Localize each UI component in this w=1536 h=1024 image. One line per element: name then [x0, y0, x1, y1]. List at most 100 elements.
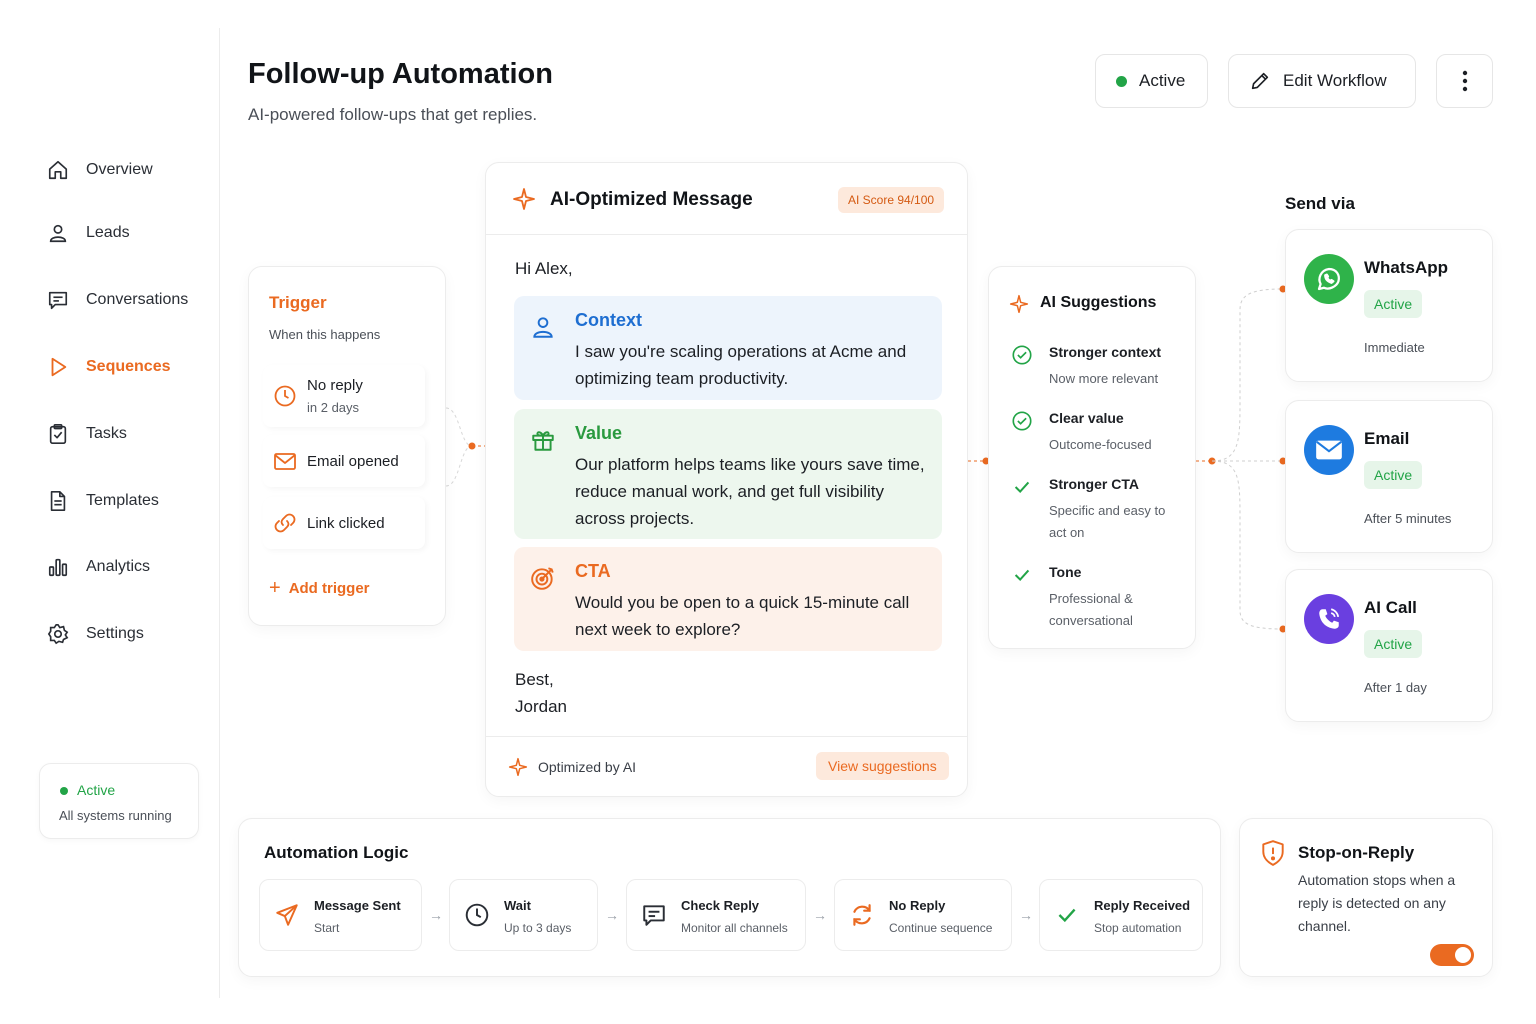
ai-score-badge: AI Score 94/100 — [838, 187, 945, 213]
channel-name: WhatsApp — [1364, 258, 1449, 277]
sidebar-item-overview[interactable]: Overview — [44, 150, 214, 190]
suggestion-heading: Clear value — [1049, 410, 1124, 426]
block-heading: CTA — [575, 561, 611, 581]
arrow-right-icon: → — [1019, 907, 1033, 923]
channel-status-badge: Active — [1364, 461, 1423, 489]
stop-on-reply-card: Stop-on-Reply Automation stops when a re… — [1239, 818, 1493, 977]
add-trigger-label: Add trigger — [288, 580, 370, 597]
channel-name: AI Call — [1364, 598, 1417, 617]
edit-workflow-label: Edit Workflow — [1283, 71, 1387, 90]
stop-on-reply-toggle[interactable] — [1430, 944, 1474, 966]
clock-icon — [263, 384, 307, 408]
channel-name: Email — [1364, 429, 1410, 448]
user-icon — [530, 314, 556, 345]
message-block-value[interactable]: Value Our platform helps teams like your… — [514, 409, 942, 539]
channel-card-email[interactable]: Email Active After 5 minutes — [1285, 400, 1493, 553]
add-trigger-button[interactable]: + Add trigger — [269, 577, 370, 600]
arrow-right-icon: → — [605, 907, 619, 923]
workflow-status-label: Active — [1139, 71, 1186, 90]
block-body: I saw you're scaling operations at Acme … — [575, 342, 907, 388]
system-status-detail: All systems running — [59, 808, 172, 823]
trigger-option-no-reply[interactable]: No reply in 2 days — [263, 365, 425, 427]
logic-step-no-reply[interactable]: No Reply Continue sequence — [834, 879, 1012, 951]
logic-step-reply-received[interactable]: Reply Received Stop automation — [1039, 879, 1203, 951]
gear-icon — [44, 620, 72, 648]
workflow-status-button[interactable]: Active — [1095, 54, 1208, 108]
signoff-name: Jordan — [515, 697, 567, 716]
block-body: Our platform helps teams like yours save… — [575, 455, 925, 528]
channel-timing: Immediate — [1364, 340, 1425, 355]
sidebar-item-label: Templates — [86, 492, 159, 509]
automation-logic-card: Automation Logic Message Sent Start → Wa… — [238, 818, 1221, 977]
message-block-cta[interactable]: CTA Would you be open to a quick 15-minu… — [514, 547, 942, 651]
logic-step-wait[interactable]: Wait Up to 3 days — [449, 879, 598, 951]
clipboard-check-icon — [44, 420, 72, 448]
suggestion-heading: Stronger context — [1049, 344, 1162, 360]
suggestion-detail: Professional & conversational — [1049, 591, 1133, 628]
more-options-button[interactable] — [1436, 54, 1493, 108]
check-circle-icon — [1011, 344, 1033, 371]
page-subtitle: AI-powered follow-ups that get replies. — [248, 105, 538, 124]
sidebar-item-templates[interactable]: Templates — [44, 481, 214, 521]
user-icon — [44, 219, 72, 247]
step-detail: Monitor all channels — [681, 921, 788, 935]
sidebar-item-label: Sequences — [86, 358, 171, 375]
sidebar-item-label: Overview — [86, 161, 153, 178]
trigger-option-label: Email opened — [307, 452, 399, 470]
suggestion-detail: Specific and easy to act on — [1049, 503, 1166, 540]
channel-status-badge: Active — [1364, 290, 1423, 318]
automation-logic-title: Automation Logic — [264, 843, 409, 862]
block-heading: Value — [575, 423, 623, 443]
check-icon — [1011, 476, 1033, 503]
send-icon — [274, 902, 300, 933]
message-header: AI-Optimized Message AI Score 94/100 — [486, 163, 967, 235]
home-icon — [44, 156, 72, 184]
trigger-title: Trigger — [269, 293, 327, 312]
sidebar-item-label: Conversations — [86, 291, 189, 308]
check-circle-icon — [1011, 410, 1033, 437]
edit-workflow-button[interactable]: Edit Workflow — [1228, 54, 1416, 108]
step-detail: Start — [314, 921, 340, 935]
trigger-subtitle: When this happens — [269, 327, 381, 342]
sidebar-item-settings[interactable]: Settings — [44, 614, 214, 654]
page-title: Follow-up Automation — [248, 58, 553, 90]
step-heading: Wait — [504, 898, 531, 913]
whatsapp-icon — [1304, 254, 1354, 304]
suggestion-heading: Tone — [1049, 564, 1082, 580]
sidebar-item-leads[interactable]: Leads — [44, 213, 214, 253]
message-block-context[interactable]: Context I saw you're scaling operations … — [514, 296, 942, 400]
channel-card-ai-call[interactable]: AI Call Active After 1 day — [1285, 569, 1493, 722]
chat-icon — [641, 902, 667, 933]
trigger-option-email-opened[interactable]: Email opened — [263, 435, 425, 487]
optimized-by-label: Optimized by AI — [538, 759, 637, 775]
sidebar-item-conversations[interactable]: Conversations — [44, 280, 214, 320]
logic-step-check-reply[interactable]: Check Reply Monitor all channels — [626, 879, 806, 951]
step-detail: Stop automation — [1094, 921, 1182, 935]
arrow-right-icon: → — [813, 907, 827, 923]
sidebar-item-tasks[interactable]: Tasks — [44, 414, 214, 454]
trigger-option-label: Link clicked — [307, 514, 385, 532]
check-icon — [1054, 902, 1080, 933]
play-icon — [44, 353, 72, 381]
view-suggestions-button[interactable]: View suggestions — [816, 752, 949, 780]
sidebar-item-analytics[interactable]: Analytics — [44, 547, 214, 587]
ai-suggestions-card: AI Suggestions Stronger context Now more… — [988, 266, 1196, 649]
message-signoff: Best, Jordan — [515, 666, 567, 720]
trigger-option-link-clicked[interactable]: Link clicked — [263, 497, 425, 549]
trigger-option-label: No reply — [307, 377, 363, 394]
block-heading: Context — [575, 310, 642, 330]
step-heading: Reply Received — [1094, 898, 1191, 913]
send-via-label: Send via — [1285, 194, 1355, 213]
sparkle-icon — [512, 187, 536, 216]
logic-step-message-sent[interactable]: Message Sent Start — [259, 879, 422, 951]
step-detail: Up to 3 days — [504, 921, 572, 935]
status-dot — [60, 787, 68, 795]
gift-icon — [530, 427, 556, 458]
plus-icon: + — [269, 577, 281, 599]
document-icon — [44, 487, 72, 515]
sidebar-item-sequences[interactable]: Sequences — [44, 347, 214, 387]
sparkle-icon — [1009, 294, 1029, 319]
suggestion-detail: Outcome-focused — [1049, 437, 1152, 452]
channel-card-whatsapp[interactable]: WhatsApp Active Immediate — [1285, 229, 1493, 382]
sidebar-item-label: Settings — [86, 625, 144, 642]
